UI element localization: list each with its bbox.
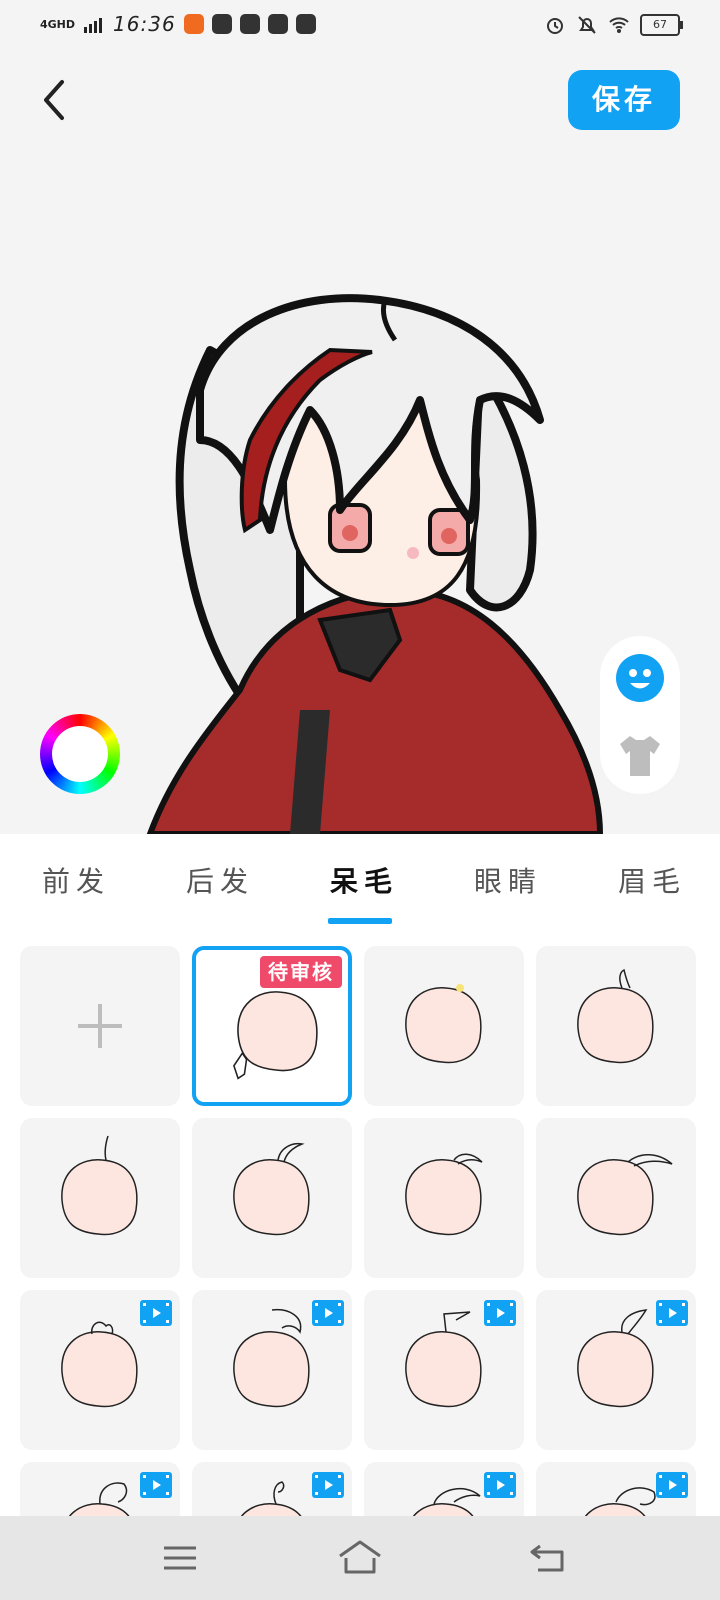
tab-front-hair[interactable]: 前发 <box>42 860 110 900</box>
face-category-icon[interactable] <box>616 654 664 702</box>
video-ad-icon <box>656 1300 688 1326</box>
app-notification-icon <box>267 14 288 34</box>
category-toggle <box>600 636 680 794</box>
option-item-selected[interactable]: 待审核 <box>192 946 352 1106</box>
app-notification-icon <box>295 14 316 34</box>
tab-back-hair[interactable]: 后发 <box>186 860 254 900</box>
wifi-icon <box>609 17 629 33</box>
signal-icon <box>84 18 103 33</box>
tab-eyebrows[interactable]: 眉毛 <box>618 860 686 900</box>
option-item[interactable] <box>20 1118 180 1278</box>
head-preview <box>405 984 482 1064</box>
back-arrow-icon[interactable] <box>38 78 78 122</box>
option-item[interactable] <box>364 1462 524 1516</box>
clock: 16:36 <box>113 12 176 36</box>
video-ad-icon <box>140 1472 172 1498</box>
option-item[interactable] <box>536 1462 696 1516</box>
home-icon[interactable] <box>336 1538 384 1578</box>
app-notification-icon <box>211 14 232 34</box>
option-item[interactable] <box>536 1118 696 1278</box>
add-custom-button[interactable] <box>20 946 180 1106</box>
network-indicator: 4GHD <box>40 17 76 31</box>
clothing-category-icon[interactable] <box>616 732 664 778</box>
video-ad-icon <box>656 1472 688 1498</box>
tab-eyes[interactable]: 眼睛 <box>474 860 542 900</box>
head-preview <box>233 1142 310 1236</box>
video-ad-icon <box>312 1300 344 1326</box>
color-picker-wheel[interactable] <box>40 714 120 794</box>
option-item[interactable] <box>364 1118 524 1278</box>
app-notification-icon <box>239 14 260 34</box>
option-item[interactable] <box>536 946 696 1106</box>
option-item[interactable] <box>364 946 524 1106</box>
option-item[interactable] <box>192 1118 352 1278</box>
status-bar: 4GHD 16:36 67 <box>0 0 720 56</box>
app-notification-icon <box>183 14 204 34</box>
option-item[interactable] <box>192 1290 352 1450</box>
save-button[interactable]: 保存 <box>568 70 680 130</box>
system-navigation-bar <box>0 1516 720 1600</box>
mute-bell-icon <box>578 16 596 34</box>
back-nav-icon[interactable] <box>528 1538 568 1578</box>
option-item[interactable] <box>536 1290 696 1450</box>
head-preview <box>405 1153 483 1236</box>
tab-ahoge[interactable]: 呆毛 <box>330 860 398 900</box>
option-item[interactable] <box>20 1290 180 1450</box>
pending-review-badge: 待审核 <box>260 956 342 988</box>
option-item[interactable] <box>364 1290 524 1450</box>
option-grid: 待审核 <box>0 926 720 1516</box>
battery-icon: 67 <box>640 14 683 36</box>
plus-icon <box>78 1004 122 1048</box>
head-preview <box>61 1135 138 1236</box>
video-ad-icon <box>484 1472 516 1498</box>
video-ad-icon <box>312 1472 344 1498</box>
head-preview <box>577 1154 673 1236</box>
video-ad-icon <box>484 1300 516 1326</box>
head-preview <box>577 968 654 1064</box>
option-item[interactable] <box>192 1462 352 1516</box>
menu-icon[interactable] <box>160 1538 200 1578</box>
part-tabs: 前发 后发 呆毛 眼睛 眉毛 <box>0 834 720 927</box>
video-ad-icon <box>140 1300 172 1326</box>
active-tab-indicator <box>328 918 392 924</box>
alarm-icon <box>547 18 563 34</box>
option-item[interactable] <box>20 1462 180 1516</box>
